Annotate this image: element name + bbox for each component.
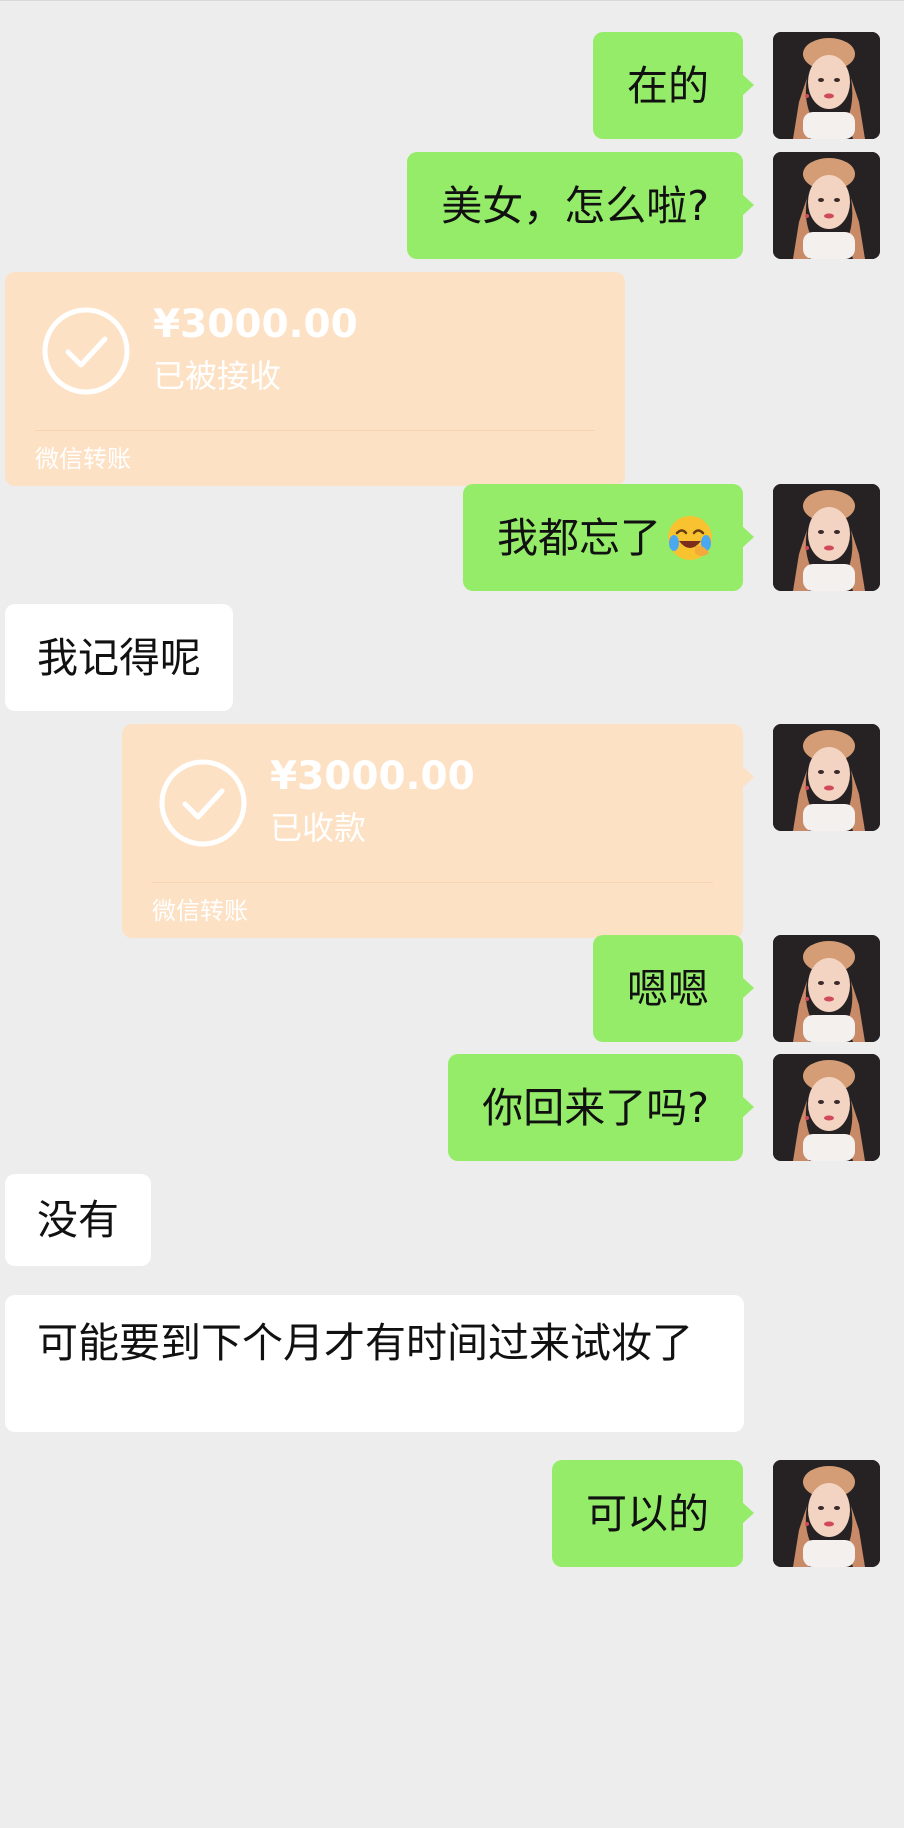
sent-message-bubble[interactable]: 你回来了吗? <box>448 1054 754 1161</box>
user-avatar-icon <box>773 1460 880 1567</box>
avatar[interactable] <box>773 32 880 139</box>
transfer-source-label: 微信转账 <box>35 445 131 473</box>
user-avatar-icon <box>773 484 880 591</box>
user-avatar-icon <box>773 724 880 831</box>
user-avatar-icon <box>773 32 880 139</box>
avatar[interactable] <box>773 1460 880 1567</box>
received-message-bubble[interactable]: 我记得呢 <box>5 604 233 711</box>
sent-message-bubble[interactable]: 嗯嗯 <box>593 935 754 1042</box>
message-text: 我都忘了 <box>497 513 661 562</box>
message-text: 没有 <box>37 1196 119 1244</box>
message-text: 美女，怎么啦? <box>441 181 709 230</box>
bubble-tail <box>742 766 754 788</box>
message-text: 在的 <box>627 61 709 110</box>
sent-message-bubble[interactable]: 在的 <box>593 32 754 139</box>
message-text: 可能要到下个月才有时间过来试妆了 <box>37 1319 693 1367</box>
transfer-status: 已收款 <box>270 809 367 847</box>
avatar[interactable] <box>773 935 880 1042</box>
sent-message-bubble[interactable]: 我都忘了 <box>463 484 754 591</box>
transfer-status: 已被接收 <box>153 357 282 395</box>
message-text: 可以的 <box>586 1489 709 1538</box>
message-text: 你回来了吗? <box>482 1083 709 1132</box>
transfer-amount: ¥3000.00 <box>270 754 475 799</box>
avatar[interactable] <box>773 484 880 591</box>
divider <box>35 430 595 431</box>
avatar[interactable] <box>773 724 880 831</box>
transfer-source-label: 微信转账 <box>152 897 248 925</box>
sent-message-bubble[interactable]: 美女，怎么啦? <box>407 152 754 259</box>
avatar[interactable] <box>773 152 880 259</box>
sent-message-bubble[interactable]: 可以的 <box>552 1460 754 1567</box>
divider <box>152 882 713 883</box>
face-with-tears-of-joy-icon <box>668 515 712 560</box>
user-avatar-icon <box>773 935 880 1042</box>
check-circle-icon <box>159 759 247 847</box>
received-message-bubble[interactable]: 没有 <box>5 1174 151 1266</box>
user-avatar-icon <box>773 152 880 259</box>
transfer-card[interactable]: ¥3000.00 已收款 微信转账 <box>122 724 754 938</box>
transfer-amount: ¥3000.00 <box>153 302 358 347</box>
check-circle-icon <box>42 307 130 395</box>
user-avatar-icon <box>773 1054 880 1161</box>
avatar[interactable] <box>773 1054 880 1161</box>
message-text: 我记得呢 <box>37 633 201 682</box>
received-message-bubble[interactable]: 可能要到下个月才有时间过来试妆了 <box>5 1295 744 1432</box>
message-text: 嗯嗯 <box>627 964 709 1013</box>
transfer-card[interactable]: ¥3000.00 已被接收 微信转账 <box>5 272 625 486</box>
